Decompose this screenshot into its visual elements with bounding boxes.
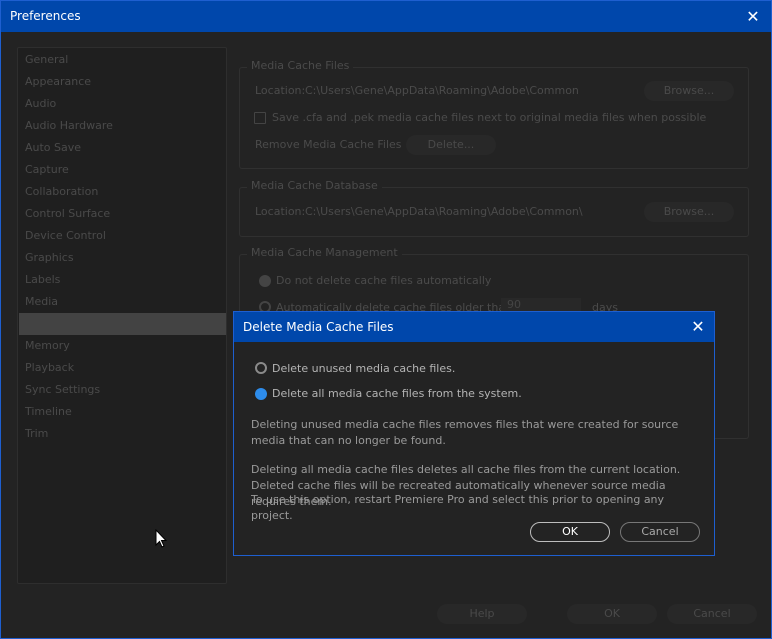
- sidebar-item[interactable]: Auto Save: [19, 137, 226, 159]
- dialog-cancel-button[interactable]: Cancel: [620, 522, 700, 542]
- browse-button[interactable]: Browse...: [644, 202, 734, 222]
- info-unused: Deleting unused media cache files remove…: [251, 418, 679, 447]
- sidebar-item[interactable]: Labels: [19, 269, 226, 291]
- delete-media-cache-dialog: Delete Media Cache Files ✕ Delete unused…: [233, 311, 715, 556]
- title-bar: Preferences: [1, 1, 771, 32]
- sidebar-item[interactable]: Device Control: [19, 225, 226, 247]
- delete-button[interactable]: Delete...: [406, 135, 496, 155]
- location-value: C:\Users\Gene\AppData\Roaming\Adobe\Comm…: [305, 205, 583, 218]
- location-value: C:\Users\Gene\AppData\Roaming\Adobe\Comm…: [305, 84, 579, 97]
- delete-all-label[interactable]: Delete all media cache files from the sy…: [272, 387, 522, 400]
- sidebar-item[interactable]: Audio Hardware: [19, 115, 226, 137]
- no-delete-label: Do not delete cache files automatically: [276, 274, 492, 287]
- browse-button[interactable]: Browse...: [644, 81, 734, 101]
- sidebar-item[interactable]: Audio: [19, 93, 226, 115]
- sidebar-item[interactable]: Graphics: [19, 247, 226, 269]
- radio-delete-all[interactable]: [255, 388, 267, 400]
- help-button[interactable]: Help: [437, 604, 527, 624]
- dialog-title: Delete Media Cache Files: [243, 320, 394, 334]
- sidebar-item[interactable]: Memory: [19, 335, 226, 357]
- sidebar-item[interactable]: Collaboration: [19, 181, 226, 203]
- sidebar-item[interactable]: Media: [19, 291, 226, 313]
- radio-delete-unused[interactable]: [255, 362, 267, 374]
- group-legend: Media Cache Database: [247, 179, 382, 192]
- sidebar-item[interactable]: [19, 313, 226, 335]
- sidebar-item[interactable]: Sync Settings: [19, 379, 226, 401]
- info-restart: To use this option, restart Premiere Pro…: [251, 493, 665, 522]
- location-label: Location:: [255, 205, 306, 218]
- sidebar-item[interactable]: Playback: [19, 357, 226, 379]
- days-input[interactable]: 90: [501, 298, 581, 312]
- save-cache-checkbox[interactable]: [254, 112, 266, 124]
- window-title: Preferences: [10, 9, 81, 23]
- close-icon[interactable]: ✕: [743, 1, 763, 32]
- dialog-close-icon[interactable]: ✕: [688, 312, 708, 342]
- sidebar-item[interactable]: Timeline: [19, 401, 226, 423]
- sidebar: General Appearance Audio Audio Hardware Auto…: [17, 47, 227, 584]
- sidebar-item[interactable]: Trim: [19, 423, 226, 445]
- radio-no-delete[interactable]: [259, 275, 271, 287]
- remove-label: Remove Media Cache Files: [255, 138, 402, 151]
- sidebar-item[interactable]: Control Surface: [19, 203, 226, 225]
- save-cache-label: Save .cfa and .pek media cache files nex…: [272, 111, 707, 124]
- sidebar-item[interactable]: Capture: [19, 159, 226, 181]
- location-label: Location:: [255, 84, 306, 97]
- group-legend: Media Cache Management: [247, 246, 402, 259]
- sidebar-item[interactable]: General: [19, 49, 226, 71]
- delete-unused-label[interactable]: Delete unused media cache files.: [272, 362, 455, 375]
- dialog-ok-button[interactable]: OK: [530, 522, 610, 542]
- mouse-cursor-icon: [155, 529, 167, 548]
- ok-button[interactable]: OK: [567, 604, 657, 624]
- group-legend: Media Cache Files: [247, 59, 354, 72]
- dialog-title-bar: Delete Media Cache Files: [234, 312, 714, 342]
- sidebar-item[interactable]: Appearance: [19, 71, 226, 93]
- cancel-button[interactable]: Cancel: [667, 604, 757, 624]
